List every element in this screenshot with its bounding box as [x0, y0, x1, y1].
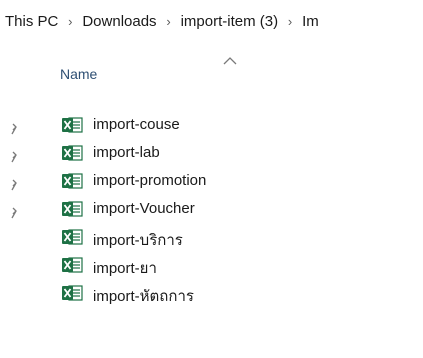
excel-file-icon: [61, 284, 83, 302]
file-name: import-หัตถการ: [93, 288, 194, 305]
excel-file-icon: [61, 116, 83, 134]
file-explorer-window: This PC › Downloads › import-item (3) › …: [0, 0, 423, 358]
pin-icon: [10, 150, 20, 164]
file-row[interactable]: import-couse: [0, 112, 423, 140]
file-name: import-Voucher: [93, 200, 195, 217]
file-name: import-ยา: [93, 260, 157, 277]
file-row[interactable]: import-บริการ: [0, 224, 423, 252]
excel-file-icon: [61, 200, 83, 218]
column-header-name[interactable]: Name: [56, 57, 256, 94]
excel-file-icon: [61, 144, 83, 162]
file-row[interactable]: import-promotion: [0, 168, 423, 196]
file-row[interactable]: import-ยา: [0, 252, 423, 280]
breadcrumb: This PC › Downloads › import-item (3) › …: [0, 0, 423, 42]
file-name: import-บริการ: [93, 232, 183, 249]
chevron-up-icon: [222, 54, 238, 68]
column-header-label: Name: [60, 66, 98, 82]
breadcrumb-item-this-pc[interactable]: This PC: [4, 11, 59, 32]
excel-file-icon: [61, 228, 83, 246]
breadcrumb-item-downloads[interactable]: Downloads: [81, 11, 157, 32]
chevron-right-icon[interactable]: ›: [279, 14, 301, 29]
file-row[interactable]: import-Voucher: [0, 196, 423, 224]
breadcrumb-item-current[interactable]: Im: [301, 11, 320, 32]
file-name: import-couse: [93, 116, 180, 133]
file-row[interactable]: import-lab: [0, 140, 423, 168]
chevron-right-icon[interactable]: ›: [59, 14, 81, 29]
file-list: import-couse import-lab import-promotion…: [0, 112, 423, 308]
file-name: import-lab: [93, 144, 160, 161]
file-row[interactable]: import-หัตถการ: [0, 280, 423, 308]
excel-file-icon: [61, 172, 83, 190]
pin-icon: [10, 178, 20, 192]
breadcrumb-item-import-item[interactable]: import-item (3): [180, 11, 280, 32]
file-name: import-promotion: [93, 172, 207, 189]
excel-file-icon: [61, 256, 83, 274]
pin-icon: [10, 122, 20, 136]
chevron-right-icon[interactable]: ›: [158, 14, 180, 29]
pin-icon: [10, 206, 20, 220]
